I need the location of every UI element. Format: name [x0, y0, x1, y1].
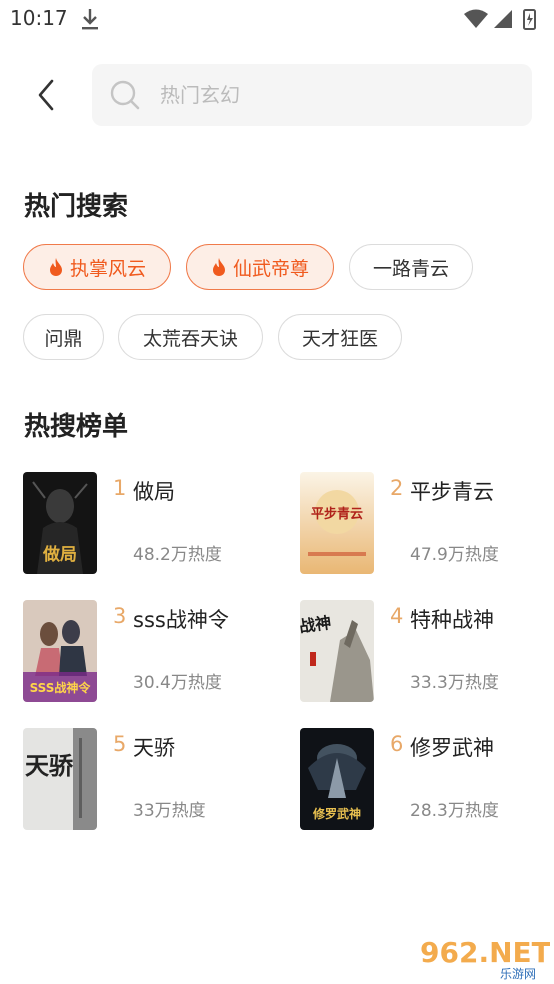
- heat-count: 47.9万热度: [410, 545, 499, 565]
- back-button[interactable]: [26, 72, 66, 118]
- heat-count: 48.2万热度: [133, 545, 222, 565]
- rank-item-4[interactable]: 战神 4 特种战神 33.3万热度: [300, 600, 554, 704]
- fire-icon: [212, 258, 225, 276]
- rank-number: 6: [390, 732, 404, 756]
- book-cover: 做局: [23, 472, 97, 574]
- book-cover: 平步青云: [300, 472, 374, 574]
- wifi-icon: [464, 9, 488, 28]
- hot-tag-1[interactable]: 执掌风云: [23, 244, 171, 290]
- rank-item-5[interactable]: 天骄 5 天骄 33万热度: [23, 728, 283, 832]
- rank-item-1[interactable]: 做局 1 做局 48.2万热度: [23, 472, 283, 576]
- site-watermark-logo: 962.NET 乐游网: [420, 936, 550, 980]
- fire-icon: [49, 258, 62, 276]
- hot-search-title: 热门搜索: [24, 192, 129, 222]
- book-title: 天骄: [133, 736, 175, 760]
- status-bar: 10:17: [0, 0, 554, 40]
- heat-count: 30.4万热度: [133, 673, 222, 693]
- status-time: 10:17: [10, 6, 68, 30]
- hot-tag-6[interactable]: 天才狂医: [278, 314, 402, 360]
- ranking-title: 热搜榜单: [24, 412, 129, 442]
- rank-number: 3: [113, 604, 127, 628]
- hot-tag-3[interactable]: 一路青云: [349, 244, 473, 290]
- tag-label: 一路青云: [372, 257, 449, 280]
- tag-label: 问鼎: [44, 327, 83, 350]
- svg-text:SSS战神令: SSS战神令: [30, 680, 92, 695]
- svg-text:962.NET: 962.NET: [420, 936, 550, 969]
- book-title: 特种战神: [410, 608, 494, 632]
- book-title: 修罗武神: [410, 736, 494, 760]
- chevron-left-icon: [38, 79, 54, 111]
- book-title: 做局: [133, 480, 175, 504]
- book-cover: 修罗武神: [300, 728, 374, 830]
- svg-text:做局: 做局: [42, 544, 77, 565]
- heat-count: 33.3万热度: [410, 673, 499, 693]
- rank-number: 2: [390, 476, 404, 500]
- rank-item-6[interactable]: 修罗武神 6 修罗武神 28.3万热度: [300, 728, 554, 832]
- svg-text:平步青云: 平步青云: [311, 506, 363, 522]
- hot-tag-2[interactable]: 仙武帝尊: [186, 244, 334, 290]
- search-box[interactable]: [92, 64, 532, 126]
- tag-label: 执掌风云: [69, 257, 146, 280]
- signal-battery-icons: [464, 9, 536, 30]
- heat-count: 33万热度: [133, 801, 206, 821]
- svg-text:乐游网: 乐游网: [500, 967, 536, 980]
- svg-text:修罗武神: 修罗武神: [312, 806, 361, 821]
- tag-label: 天才狂医: [301, 327, 378, 350]
- rank-number: 4: [390, 604, 404, 628]
- heat-count: 28.3万热度: [410, 801, 499, 821]
- search-icon: [110, 80, 140, 110]
- rank-number: 5: [113, 732, 127, 756]
- book-cover: 天骄: [23, 728, 97, 830]
- tag-label: 太荒吞天诀: [142, 327, 238, 350]
- rank-number: 1: [113, 476, 127, 500]
- search-input[interactable]: [160, 64, 520, 126]
- book-cover: SSS战神令: [23, 600, 97, 702]
- hot-tag-4[interactable]: 问鼎: [23, 314, 104, 360]
- rank-item-3[interactable]: SSS战神令 3 sss战神令 30.4万热度: [23, 600, 283, 704]
- book-cover: 战神: [300, 600, 374, 702]
- hot-tag-5[interactable]: 太荒吞天诀: [118, 314, 263, 360]
- svg-text:天骄: 天骄: [25, 751, 74, 780]
- book-title: 平步青云: [410, 480, 494, 504]
- download-icon: [82, 9, 98, 30]
- book-title: sss战神令: [133, 608, 229, 632]
- cell-signal-icon: [494, 10, 512, 28]
- tag-label: 仙武帝尊: [232, 257, 309, 280]
- rank-item-2[interactable]: 平步青云 2 平步青云 47.9万热度: [300, 472, 554, 576]
